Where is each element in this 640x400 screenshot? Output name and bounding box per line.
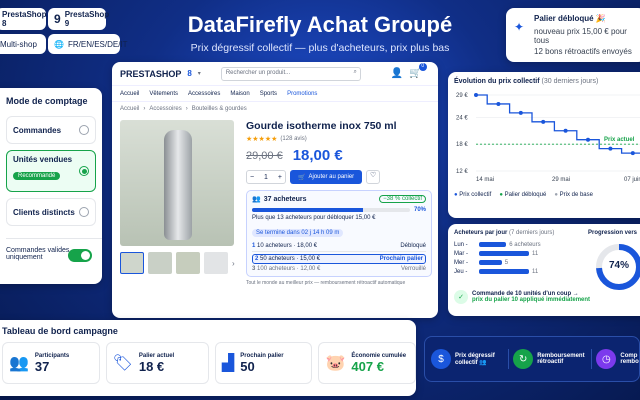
current-price-label: Prix actuel: [604, 137, 635, 143]
day-bar-row: Mar -11: [454, 250, 539, 257]
y-tick-label: 18 €: [456, 142, 468, 148]
current-price: 18,00 €: [292, 147, 343, 164]
kpi-next-tier: ▟ Prochain palier 50: [214, 342, 313, 384]
data-point: [541, 119, 546, 124]
counting-title: Mode de comptage: [6, 96, 88, 106]
countdown: Se termine dans 02 j 14 h 09 m: [252, 229, 344, 237]
kpi-savings: 🐷 Économie cumulée 407 €: [318, 342, 417, 384]
chevron-right-icon[interactable]: ›: [232, 259, 235, 268]
tier-unlocked-toast: ✦ Palier débloqué 🎉 nouveau prix 15,00 €…: [506, 8, 640, 62]
search-input[interactable]: Rechercher un produit... ⌕: [220, 66, 361, 81]
day-bar: [479, 269, 529, 274]
day-bar-row: Mer -5: [454, 259, 509, 266]
stairs-icon: ▟: [221, 355, 235, 372]
day-bar-row: Lun -6 acheteurs: [454, 241, 541, 248]
heart-icon[interactable]: ♡: [366, 170, 381, 184]
group-icon: 👥: [252, 196, 261, 203]
data-point: [563, 128, 568, 133]
data-point: [496, 101, 501, 106]
price-series-line: [476, 94, 640, 154]
search-icon: ⌕: [353, 68, 357, 75]
y-tick-label: 12 €: [456, 169, 468, 175]
data-point: [474, 93, 478, 97]
nine-icon: 9: [54, 12, 61, 26]
y-tick-label: 29 €: [456, 93, 468, 99]
group-buy-box: 👥 37 acheteurs −38 % collectif 70% Plus qu…: [246, 190, 432, 277]
y-tick-label: 24 €: [456, 115, 468, 121]
price-tier-icon: $: [431, 349, 451, 369]
evolution-svg: 29 € 24 € 18 € 12 € Prix actuel 14 mai 29 mai 0…: [456, 93, 640, 183]
buyers-per-day-panel: Acheteurs par jour (7 derniers jours) Lu…: [448, 224, 640, 316]
option-customers[interactable]: Clients distincts: [6, 198, 96, 226]
x-tick-label: 07 juin: [624, 177, 640, 183]
day-bar: [479, 242, 507, 247]
ps8-badge: PrestaShop 8: [0, 8, 46, 30]
product-title: Gourde isotherme inox 750 ml: [246, 120, 397, 132]
multishop-badge: Multi-shop: [0, 34, 46, 54]
campaign-dashboard: Tableau de bord campagne 👥 Participants 37…: [0, 320, 417, 396]
counting-mode-panel: Mode de comptage Commandes Unités vendue…: [0, 88, 102, 284]
thumbnails: ›: [120, 252, 235, 274]
add-to-cart-button[interactable]: 🛒 Ajouter au panier: [290, 170, 363, 184]
kpi-participants: 👥 Participants 37: [2, 342, 100, 384]
progress-bar-fill: [252, 208, 363, 212]
price-evolution-chart: Évolution du prix collectif (30 derniers…: [448, 72, 640, 218]
features-strip: $ Prix dégressif collectif 👥 ↻ Remboursemen…: [424, 336, 640, 382]
data-point: [630, 151, 635, 156]
option-units[interactable]: Unités vendues Recommandé: [6, 150, 96, 192]
sparkle-icon: ✦: [514, 20, 525, 34]
option-orders[interactable]: Commandes: [6, 116, 96, 144]
progress-value: 74%: [608, 260, 629, 271]
breadcrumb: Accueil › Accessoires › Bouteilles & gourdes: [120, 106, 247, 112]
clock-icon: ◷: [596, 349, 617, 369]
data-point: [608, 146, 613, 151]
cart-icon: 🛒: [298, 174, 306, 181]
kpi-current-tier: 🏷 Palier actuel 18 €: [105, 342, 209, 384]
product-image: [120, 120, 234, 246]
data-point: [518, 110, 523, 115]
data-point: [586, 137, 590, 142]
valid-orders-toggle[interactable]: [68, 249, 92, 262]
page-subtitle: Prix dégressif collectif — plus d'achete…: [190, 42, 450, 54]
shop-nav: Accueil Vêtements Accessoires Maison Sports P…: [112, 86, 438, 102]
languages-badge: 🌐 FR/EN/ES/DE/IT: [48, 34, 128, 54]
shop-logo: PRESTASHOP: [120, 68, 182, 79]
day-bar-row: Jeu -11: [454, 268, 539, 275]
cart-icon[interactable]: 🛒 0: [409, 63, 427, 79]
quantity-stepper[interactable]: −1 +: [246, 170, 286, 184]
day-bar: [479, 251, 529, 256]
x-tick-label: 14 mai: [476, 177, 494, 183]
rating-stars: ★★★★★: [246, 136, 278, 143]
check-icon: ✓: [454, 290, 468, 304]
day-bar: [479, 260, 502, 265]
tag-icon: 🏷: [112, 355, 133, 372]
ps9-badge: 9 PrestaShop 9: [48, 8, 109, 30]
refund-icon: ↻: [513, 349, 534, 369]
people-icon: 👥: [9, 355, 29, 372]
shop-window: PRESTASHOP 8 ▾ Rechercher un produit... ⌕ …: [112, 62, 438, 318]
x-tick-label: 29 mai: [552, 177, 570, 183]
piggy-bank-icon: 🐷: [325, 355, 346, 372]
user-icon[interactable]: 👤: [391, 68, 403, 79]
globe-icon: 🌐: [54, 39, 64, 49]
page-title: DataFirefly Achat Groupé: [187, 12, 453, 37]
